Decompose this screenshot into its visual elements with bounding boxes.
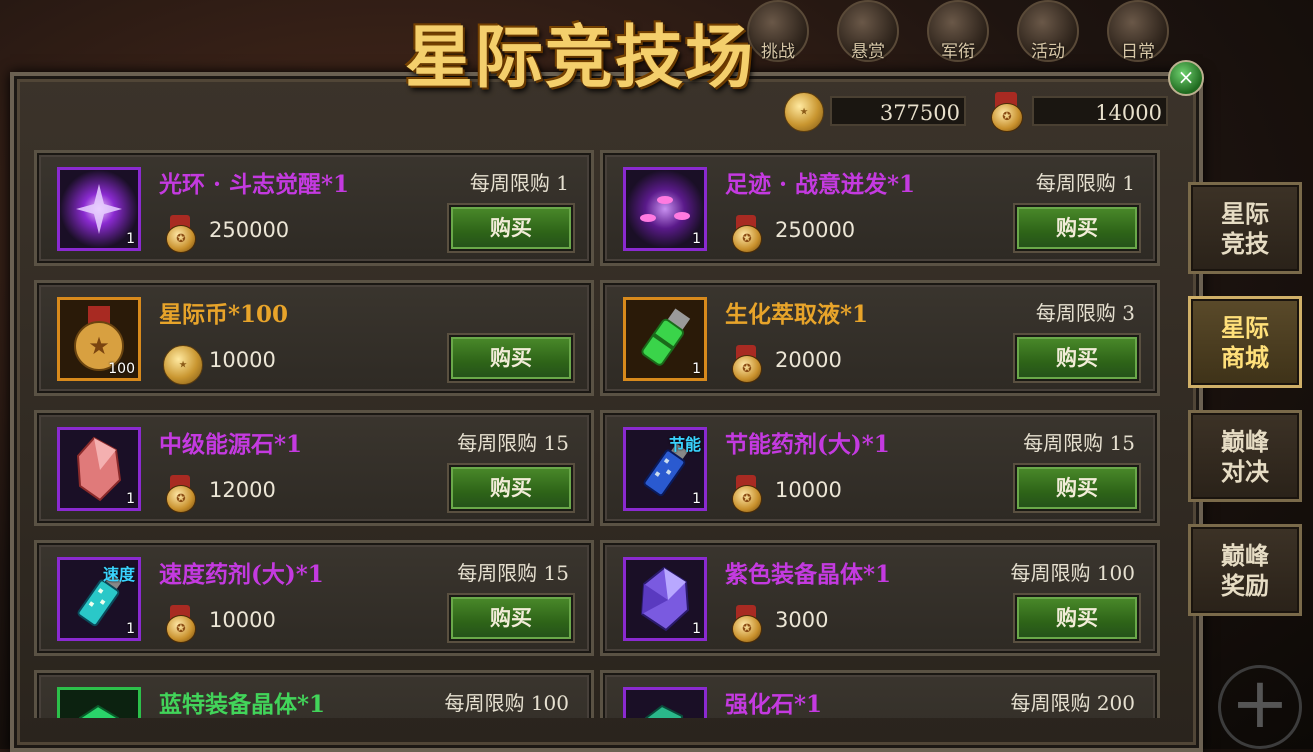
- background-top-nav: 挑战 悬赏 军衔 活动 日常: [740, 0, 1176, 66]
- bg-nav-daily: 日常: [1100, 0, 1176, 66]
- potion-icon: 速度 1: [57, 557, 141, 641]
- buy-button[interactable]: 购买: [449, 595, 573, 641]
- item-quantity: 1: [692, 231, 701, 247]
- shop-item-card: 1 足迹 · 战意迸发*1 每周限购 1 250000 购买: [600, 150, 1160, 266]
- close-button[interactable]: ×: [1168, 60, 1204, 96]
- bg-nav-rank: 军衔: [920, 0, 996, 66]
- footprint-icon: 1: [623, 167, 707, 251]
- buy-button[interactable]: 购买: [1015, 335, 1139, 381]
- item-quantity: 1: [692, 491, 701, 507]
- tab-star-shop[interactable]: 星际 商城: [1188, 296, 1302, 388]
- item-quantity: 1: [126, 621, 135, 637]
- star-medal-icon: [729, 605, 763, 643]
- shop-item-card: ★ 100 星际币*100 10000 购买: [34, 280, 594, 396]
- enhance-stone-icon: [623, 687, 707, 718]
- plus-icon: +: [1218, 665, 1302, 749]
- tab-peak-duel[interactable]: 巅峰 对决: [1188, 410, 1302, 502]
- purchase-limit: 每周限购 100: [444, 691, 569, 715]
- buy-button[interactable]: 购买: [449, 205, 573, 251]
- purchase-limit: 每周限购 15: [457, 431, 569, 455]
- shop-item-card: 节能 1 节能药剂(大)*1 每周限购 15 10000 购买: [600, 410, 1160, 526]
- green-crystal-icon: [57, 687, 141, 718]
- item-name: 蓝特装备晶体*1: [159, 691, 326, 718]
- svg-text:★: ★: [88, 332, 110, 360]
- item-name: 光环 · 斗志觉醒*1: [159, 171, 350, 198]
- energy-stone-icon: 1: [57, 427, 141, 511]
- item-price: 10000: [209, 348, 276, 372]
- item-quantity: 100: [108, 361, 135, 377]
- shop-item-card: 1 光环 · 斗志觉醒*1 每周限购 1 250000 购买: [34, 150, 594, 266]
- aura-icon: 1: [57, 167, 141, 251]
- buy-button[interactable]: 购买: [1015, 205, 1139, 251]
- shop-item-card: 蓝特装备晶体*1 每周限购 100: [34, 670, 594, 718]
- star-medal-icon: [163, 475, 197, 513]
- item-tag: 速度: [102, 565, 135, 584]
- purchase-limit: 每周限购 1: [1035, 171, 1135, 195]
- shop-item-card: 速度 1 速度药剂(大)*1 每周限购 15 10000 购买: [34, 540, 594, 656]
- star-coin-icon: ★ 100: [57, 297, 141, 381]
- shop-item-card: 强化石*1 每周限购 200: [600, 670, 1160, 718]
- item-name: 强化石*1: [725, 691, 823, 718]
- item-grid: 1 光环 · 斗志觉醒*1 每周限购 1 250000 购买 1 足迹 · 战意…: [26, 78, 1169, 718]
- item-name: 生化萃取液*1: [725, 301, 869, 328]
- buy-button[interactable]: 购买: [1015, 595, 1139, 641]
- purchase-limit: 每周限购 15: [457, 561, 569, 585]
- item-name: 紫色装备晶体*1: [725, 561, 892, 588]
- buy-button[interactable]: 购买: [449, 335, 573, 381]
- buy-button[interactable]: 购买: [1015, 465, 1139, 511]
- purchase-limit: 每周限购 200: [1010, 691, 1135, 715]
- item-price: 250000: [209, 218, 290, 242]
- tab-peak-rewards[interactable]: 巅峰 奖励: [1188, 524, 1302, 616]
- bg-nav-event: 活动: [1010, 0, 1086, 66]
- bg-nav-bounty: 悬赏: [830, 0, 906, 66]
- item-price: 10000: [775, 478, 842, 502]
- item-price: 250000: [775, 218, 856, 242]
- purchase-limit: 每周限购 1: [469, 171, 569, 195]
- star-medal-icon: [729, 215, 763, 253]
- purchase-limit: 每周限购 100: [1010, 561, 1135, 585]
- tab-arena[interactable]: 星际 竞技: [1188, 182, 1302, 274]
- item-quantity: 1: [126, 231, 135, 247]
- purchase-limit: 每周限购 3: [1035, 301, 1135, 325]
- item-quantity: 1: [126, 491, 135, 507]
- item-quantity: 1: [692, 621, 701, 637]
- shop-item-card: 1 生化萃取液*1 每周限购 3 20000 购买: [600, 280, 1160, 396]
- item-tag: 节能: [668, 435, 701, 454]
- gold-coin-icon: [163, 345, 203, 385]
- item-price: 20000: [775, 348, 842, 372]
- item-name: 节能药剂(大)*1: [725, 431, 890, 458]
- item-quantity: 1: [692, 361, 701, 377]
- star-medal-icon: [729, 475, 763, 513]
- shop-item-card: 1 中级能源石*1 每周限购 15 12000 购买: [34, 410, 594, 526]
- item-name: 足迹 · 战意迸发*1: [725, 171, 916, 198]
- buy-button[interactable]: 购买: [449, 465, 573, 511]
- star-medal-icon: [163, 605, 197, 643]
- star-medal-icon: [729, 345, 763, 383]
- star-medal-icon: [163, 215, 197, 253]
- shop-item-card: 1 紫色装备晶体*1 每周限购 100 3000 购买: [600, 540, 1160, 656]
- item-name: 速度药剂(大)*1: [159, 561, 324, 588]
- potion-icon: 节能 1: [623, 427, 707, 511]
- item-price: 3000: [775, 608, 829, 632]
- item-price: 12000: [209, 478, 276, 502]
- item-name: 星际币*100: [159, 301, 289, 328]
- bio-extract-icon: 1: [623, 297, 707, 381]
- purple-crystal-icon: 1: [623, 557, 707, 641]
- item-price: 10000: [209, 608, 276, 632]
- purchase-limit: 每周限购 15: [1023, 431, 1135, 455]
- item-name: 中级能源石*1: [159, 431, 303, 458]
